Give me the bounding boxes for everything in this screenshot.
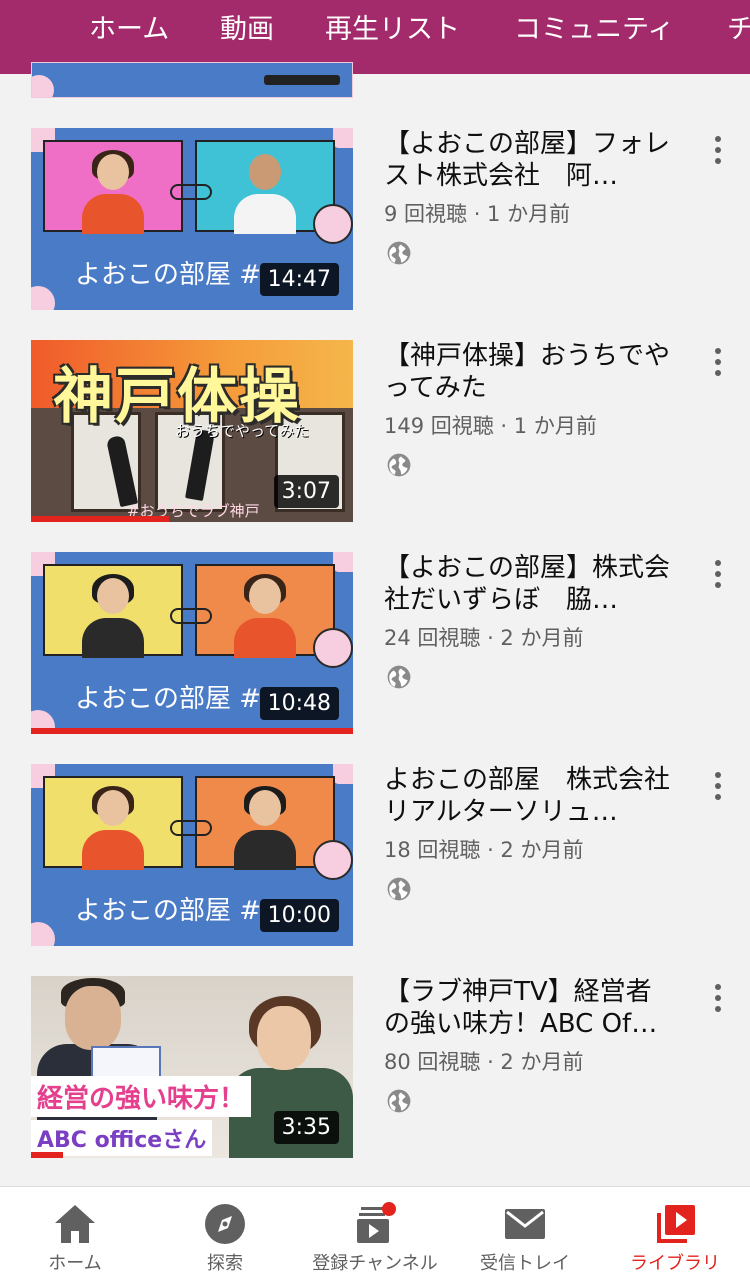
video-item[interactable]: 神戸体操 おうちでやってみた #おうちでラブ神戸 3:07 【神戸体操】おうちで…: [0, 340, 750, 522]
watch-progress-bar: [31, 1152, 63, 1158]
video-meta: 24 回視聴 · 2 か月前: [384, 626, 584, 650]
globe-icon: [387, 877, 411, 901]
tab-channels[interactable]: チ: [727, 0, 750, 74]
video-meta: 149 回視聴 · 1 か月前: [384, 414, 597, 438]
thumbnail-text: よおこの部屋 #: [75, 260, 262, 290]
nav-inbox[interactable]: 受信トレイ: [450, 1187, 600, 1281]
thumbnail-frame-left: [43, 140, 183, 234]
video-thumbnail[interactable]: 経営の強い味方！ ABC officeさん 3:35: [31, 976, 353, 1158]
thumbnail-frame-left: [43, 564, 183, 658]
nav-home[interactable]: ホーム: [0, 1187, 150, 1281]
watch-progress-bar: [31, 516, 169, 522]
video-meta: 9 回視聴 · 1 か月前: [384, 202, 571, 226]
globe-icon: [387, 453, 411, 477]
thumbnail-caption-sub: ABC officeさん: [31, 1120, 213, 1156]
subscriptions-icon: [357, 1202, 396, 1243]
duration-badge: 3:07: [273, 475, 339, 508]
video-title[interactable]: 【よおこの部屋】フォレスト株式会社 阿…: [384, 128, 676, 192]
thumbnail-frame-left: [43, 776, 183, 870]
duration-badge: 3:35: [273, 1111, 339, 1144]
globe-icon: [387, 1089, 411, 1113]
video-item[interactable]: よおこの部屋 # 14:47 【よおこの部屋】フォレスト株式会社 阿… 9 回視…: [0, 128, 750, 310]
video-item[interactable]: よおこの部屋 # 10:48 【よおこの部屋】株式会社だいずらぼ 脇… 24 回…: [0, 552, 750, 734]
compass-icon: [205, 1204, 245, 1244]
globe-icon: [387, 241, 411, 265]
thumbnail-text: よおこの部屋 #: [75, 684, 262, 714]
globe-icon: [387, 665, 411, 689]
tab-community[interactable]: コミュニティ: [514, 0, 674, 74]
video-meta: 80 回視聴 · 2 か月前: [384, 1050, 584, 1074]
more-options-button[interactable]: [706, 558, 730, 590]
video-thumbnail[interactable]: よおこの部屋 # 10:48: [31, 552, 353, 734]
video-thumbnail[interactable]: よおこの部屋 # 14:47: [31, 128, 353, 310]
video-item[interactable]: よおこの部屋 # 10:00 よおこの部屋 株式会社リアルターソリュ… 18 回…: [0, 764, 750, 946]
nav-library-label: ライブラリ: [630, 1253, 720, 1274]
nav-explore[interactable]: 探索: [150, 1187, 300, 1281]
thumbnail-subtitle-text: おうちでやってみた: [175, 422, 310, 440]
more-options-button[interactable]: [706, 770, 730, 802]
partial-video-thumbnail[interactable]: [31, 62, 353, 98]
video-thumbnail[interactable]: よおこの部屋 # 10:00: [31, 764, 353, 946]
video-title[interactable]: 【神戸体操】おうちでやってみた: [384, 340, 676, 404]
video-item[interactable]: 経営の強い味方！ ABC officeさん 3:35 【ラブ神戸TV】経営者の強…: [0, 976, 750, 1158]
thumbnail-text: よおこの部屋 #: [75, 896, 262, 926]
duration-badge: 10:48: [259, 687, 339, 720]
video-meta: 18 回視聴 · 2 か月前: [384, 838, 584, 862]
thumbnail-caption: 経営の強い味方！: [31, 1076, 252, 1117]
library-icon: [657, 1205, 695, 1243]
mail-icon: [505, 1209, 545, 1239]
bottom-navigation: ホーム 探索 登録チャンネル 受信トレイ ライブラリ: [0, 1186, 750, 1281]
video-title[interactable]: よおこの部屋 株式会社リアルターソリュ…: [384, 764, 676, 828]
more-options-button[interactable]: [706, 982, 730, 1014]
video-title[interactable]: 【よおこの部屋】株式会社だいずらぼ 脇…: [384, 552, 676, 616]
video-title[interactable]: 【ラブ神戸TV】経営者の強い味方！ABC Of…: [384, 976, 676, 1040]
nav-inbox-label: 受信トレイ: [480, 1253, 570, 1274]
home-icon: [55, 1205, 95, 1243]
duration-badge: 14:47: [259, 263, 339, 296]
nav-subscriptions[interactable]: 登録チャンネル: [300, 1187, 450, 1281]
nav-home-label: ホーム: [48, 1253, 102, 1274]
watch-progress-bar: [31, 728, 353, 734]
duration-badge: 10:00: [259, 899, 339, 932]
more-options-button[interactable]: [706, 134, 730, 166]
nav-library[interactable]: ライブラリ: [600, 1187, 750, 1281]
nav-subscriptions-label: 登録チャンネル: [312, 1253, 438, 1274]
nav-explore-label: 探索: [207, 1253, 243, 1274]
more-options-button[interactable]: [706, 346, 730, 378]
video-thumbnail[interactable]: 神戸体操 おうちでやってみた #おうちでラブ神戸 3:07: [31, 340, 353, 522]
